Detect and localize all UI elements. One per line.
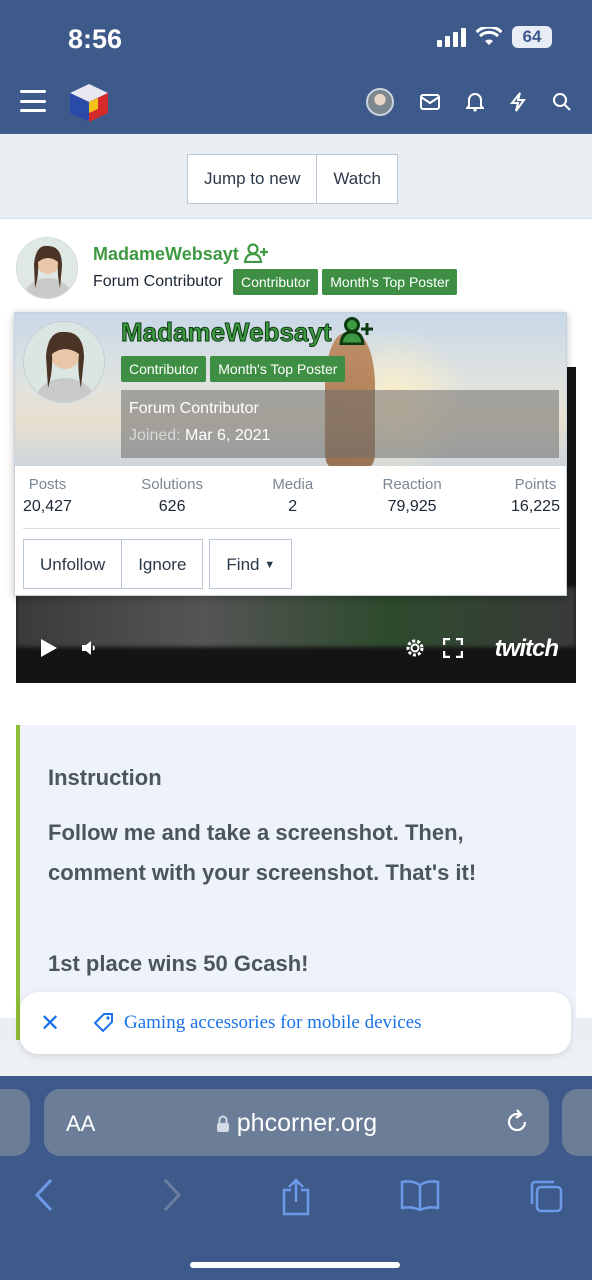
close-icon[interactable]: ✕ (40, 1009, 62, 1038)
search-icon[interactable] (552, 92, 572, 112)
find-button[interactable]: Find ▼ (209, 539, 293, 589)
popup-badges: Contributor Month's Top Poster (121, 356, 346, 382)
phcorner-logo[interactable] (68, 82, 110, 124)
bolt-icon[interactable] (510, 92, 526, 112)
browser-chrome: AA phcorner.org (0, 1076, 592, 1280)
back-icon[interactable] (34, 1178, 54, 1212)
watch-button[interactable]: Watch (316, 155, 397, 203)
battery-icon: 64 (512, 26, 552, 48)
joined-date: Mar 6, 2021 (185, 427, 271, 444)
tag-icon (93, 1013, 113, 1033)
stat-posts[interactable]: Posts 20,427 (23, 476, 72, 516)
stat-reaction[interactable]: Reaction 79,925 (383, 476, 442, 516)
follow-user-icon[interactable] (339, 317, 373, 346)
top-bar: 8:56 64 (0, 0, 592, 134)
video-controls (16, 613, 576, 683)
stat-solutions[interactable]: Solutions 626 (141, 476, 203, 516)
lock-icon (216, 1115, 229, 1132)
site-nav (0, 78, 592, 128)
thread-actions: Jump to new Watch (0, 134, 592, 218)
contributor-badge: Contributor (121, 356, 207, 382)
top-poster-badge: Month's Top Poster (210, 356, 346, 382)
browser-toolbar (0, 1172, 592, 1222)
bookmarks-icon[interactable] (400, 1178, 440, 1212)
bell-icon[interactable] (466, 92, 484, 112)
author-avatar[interactable] (16, 237, 78, 299)
instruction-prize: 1st place wins 50 Gcash! (48, 951, 309, 976)
author-title: Forum Contributor (93, 273, 223, 290)
popup-user-title: Forum Contributor (129, 400, 259, 417)
settings-icon[interactable] (404, 637, 426, 659)
signal-icon (437, 27, 466, 47)
ad-banner[interactable]: ✕ Gaming accessories for mobile devices (20, 992, 571, 1054)
instruction-heading: Instruction (48, 765, 162, 790)
twitch-logo[interactable]: twitch (495, 635, 559, 663)
url-text: phcorner.org (44, 1109, 549, 1138)
stat-points[interactable]: Points 16,225 (511, 476, 560, 516)
next-tab-preview[interactable] (562, 1089, 592, 1156)
caret-down-icon: ▼ (264, 559, 276, 571)
divider (23, 528, 560, 529)
status-time: 8:56 (68, 24, 123, 54)
ignore-button[interactable]: Ignore (122, 539, 204, 589)
home-indicator[interactable] (190, 1262, 400, 1268)
fullscreen-icon[interactable] (443, 638, 463, 658)
play-icon[interactable] (40, 638, 58, 658)
contributor-badge: Contributor (233, 269, 319, 295)
unfollow-button[interactable]: Unfollow (23, 539, 123, 589)
author-badges: Contributor Month's Top Poster (233, 269, 458, 295)
tabs-icon[interactable] (528, 1178, 564, 1214)
hamburger-icon[interactable] (20, 90, 46, 112)
avatar[interactable] (366, 88, 394, 116)
jump-to-new-button[interactable]: Jump to new (188, 155, 316, 203)
top-poster-badge: Month's Top Poster (322, 269, 458, 295)
nav-icons (366, 88, 572, 116)
stat-media[interactable]: Media 2 (272, 476, 313, 516)
joined-label: Joined: (129, 427, 181, 444)
volume-icon[interactable] (80, 639, 98, 657)
inbox-icon[interactable] (420, 94, 440, 110)
thread-button-group: Jump to new Watch (187, 154, 398, 204)
popup-avatar[interactable] (23, 321, 105, 403)
follow-user-icon[interactable] (243, 243, 268, 264)
instruction-body: Follow me and take a screenshot. Then, c… (48, 820, 477, 885)
popup-username[interactable]: MadameWebsayt (121, 317, 373, 348)
popup-joined: Joined: Mar 6, 2021 (129, 427, 551, 445)
forward-icon[interactable] (162, 1178, 182, 1212)
reload-icon[interactable] (505, 1109, 529, 1135)
member-tooltip: MadameWebsayt Contributor Month's Top Po… (14, 312, 567, 596)
popup-stats: Posts 20,427 Solutions 626 Media 2 Reaction… (15, 476, 566, 516)
popup-actions: Unfollow Ignore Find ▼ (23, 539, 293, 589)
wifi-icon (476, 27, 502, 45)
author-name[interactable]: MadameWebsayt (93, 243, 268, 265)
share-icon[interactable] (281, 1178, 311, 1216)
status-icons: 64 (437, 26, 552, 48)
popup-user-info: Forum Contributor Joined: Mar 6, 2021 (121, 390, 559, 458)
ad-text: Gaming accessories for mobile devices (124, 1012, 422, 1033)
prev-tab-preview[interactable] (0, 1089, 30, 1156)
address-bar[interactable]: AA phcorner.org (44, 1089, 549, 1156)
